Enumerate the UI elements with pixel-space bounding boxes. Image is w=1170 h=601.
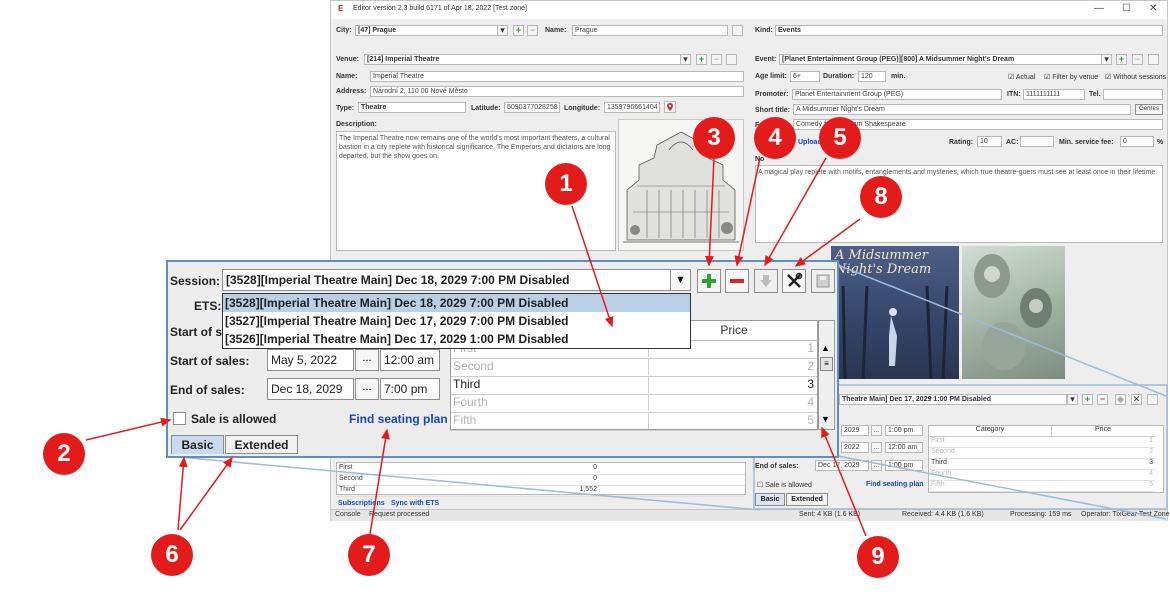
callout-6: 6: [151, 534, 193, 576]
callout-1: 1: [545, 163, 587, 205]
callout-arrows: [85, 157, 867, 537]
callout-4: 4: [754, 117, 796, 159]
callout-5: 5: [819, 117, 861, 159]
callout-3: 3: [693, 117, 735, 159]
callout-9: 9: [857, 536, 899, 578]
callout-7: 7: [348, 534, 390, 576]
callout-8: 8: [860, 176, 902, 218]
callout-2: 2: [43, 433, 85, 475]
